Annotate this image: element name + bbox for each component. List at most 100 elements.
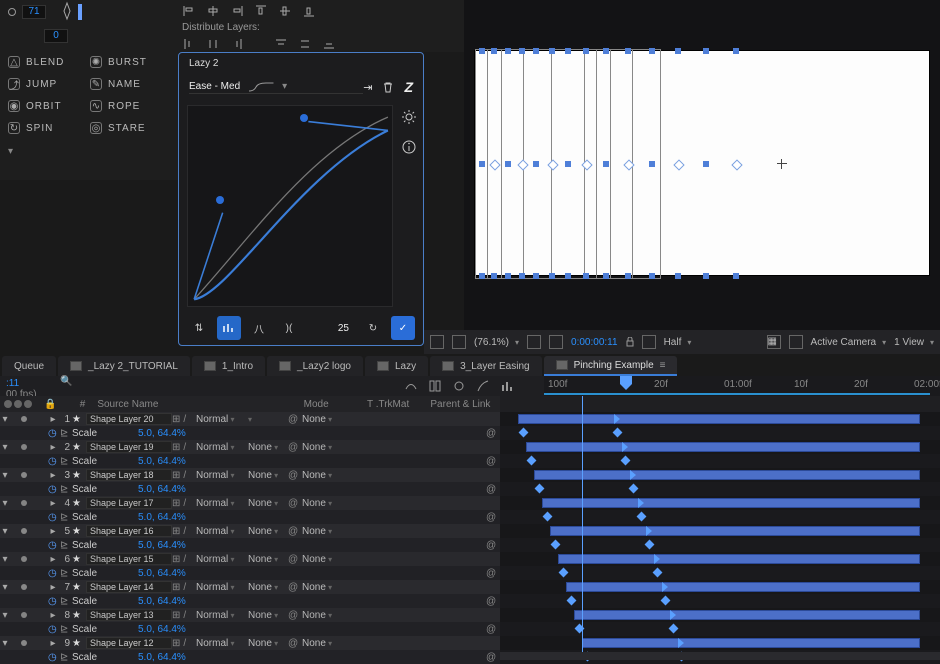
layer-name[interactable]: Shape Layer 17 xyxy=(86,497,172,509)
apply-button[interactable]: ✓ xyxy=(391,316,415,340)
selection-handle[interactable] xyxy=(533,273,539,279)
blend-mode-dropdown[interactable]: Normal xyxy=(196,470,248,481)
property-value[interactable]: 5.0, 64.4% xyxy=(138,652,486,663)
mode-header[interactable]: Mode xyxy=(300,399,355,410)
audio-col-icon[interactable] xyxy=(14,400,22,408)
property-value[interactable]: 5.0, 64.4% xyxy=(138,428,486,439)
prev-keyframe-icon[interactable]: ⊵ xyxy=(60,596,72,607)
pickwhip-icon[interactable]: @ xyxy=(288,554,302,565)
selection-handle[interactable] xyxy=(603,273,609,279)
slider-handle[interactable] xyxy=(78,4,82,20)
selection-handle[interactable] xyxy=(491,273,497,279)
selection-handle[interactable] xyxy=(675,273,681,279)
camera-icon[interactable]: ▦ xyxy=(767,335,781,349)
selection-handle[interactable] xyxy=(533,161,539,167)
solo-flag-icon[interactable]: / xyxy=(183,498,186,509)
preset-blend[interactable]: △BLEND xyxy=(8,52,88,72)
parent-dropdown[interactable]: None xyxy=(302,582,346,593)
layer-name[interactable]: Shape Layer 15 xyxy=(86,553,172,565)
parent-dropdown[interactable]: None xyxy=(302,638,346,649)
keyframe-diamond[interactable] xyxy=(543,512,553,522)
selection-handle[interactable] xyxy=(565,48,571,54)
anchor-circle-icon[interactable] xyxy=(8,8,16,16)
selection-handle[interactable] xyxy=(505,48,511,54)
transparency-icon[interactable] xyxy=(642,335,656,349)
keyframe-marker[interactable] xyxy=(662,582,668,592)
view-count-dropdown[interactable]: 1 View xyxy=(894,337,934,348)
align-top-icon[interactable] xyxy=(254,4,268,18)
preset-burst[interactable]: ✺BURST xyxy=(90,52,170,72)
solo-flag-icon[interactable]: / xyxy=(183,554,186,565)
playhead-line[interactable] xyxy=(582,396,583,660)
layer-bar-row[interactable] xyxy=(500,440,940,454)
property-row[interactable]: ◷⊵Scale5.0, 64.4%@ xyxy=(0,566,500,580)
search-icon[interactable]: 🔍 xyxy=(60,376,74,390)
pickwhip-icon[interactable]: @ xyxy=(288,582,302,593)
layer-duration-bar[interactable] xyxy=(518,414,920,424)
visibility-toggle[interactable] xyxy=(21,416,27,422)
expression-pickwhip-icon[interactable]: @ xyxy=(486,568,500,579)
twirl-icon[interactable]: ▾ xyxy=(0,526,10,537)
expression-pickwhip-icon[interactable]: @ xyxy=(486,456,500,467)
layer-name[interactable]: Shape Layer 16 xyxy=(86,525,172,537)
stopwatch-icon[interactable]: ◷ xyxy=(48,456,60,467)
playhead[interactable] xyxy=(620,376,632,394)
layer-duration-bar[interactable] xyxy=(542,498,920,508)
quality-dropdown[interactable]: Half xyxy=(664,337,692,348)
property-bar-row[interactable] xyxy=(500,622,940,636)
graph-editor-icon[interactable] xyxy=(476,379,490,393)
keyframe-marker[interactable] xyxy=(646,526,652,536)
selection-handle[interactable] xyxy=(603,161,609,167)
layer-bar-row[interactable] xyxy=(500,636,940,650)
parent-dropdown[interactable]: None xyxy=(302,498,346,509)
twirl-icon[interactable]: ▾ xyxy=(0,638,10,649)
prev-keyframe-icon[interactable]: ⊵ xyxy=(60,428,72,439)
tab-lazy[interactable]: Lazy xyxy=(365,356,428,376)
property-value[interactable]: 5.0, 64.4% xyxy=(138,596,486,607)
chart-icon[interactable] xyxy=(500,379,514,393)
layer-bar-row[interactable] xyxy=(500,468,940,482)
twirl-icon[interactable]: ▾ xyxy=(0,442,10,453)
stagger-mode-button[interactable] xyxy=(217,316,241,340)
fx-flag-icon[interactable]: ⊞ xyxy=(172,638,180,649)
property-value[interactable]: 5.0, 64.4% xyxy=(138,624,486,635)
fx-flag-icon[interactable]: ⊞ xyxy=(172,554,180,565)
trkmat-dropdown[interactable]: None xyxy=(248,554,288,565)
solo-flag-icon[interactable]: / xyxy=(183,470,186,481)
blend-mode-dropdown[interactable]: Normal xyxy=(196,442,248,453)
keyframe-diamond[interactable] xyxy=(519,428,529,438)
selection-handle[interactable] xyxy=(649,273,655,279)
property-bar-row[interactable] xyxy=(500,594,940,608)
keyframe-marker[interactable] xyxy=(638,498,644,508)
keyframe-diamond[interactable] xyxy=(535,484,545,494)
frames-input[interactable]: 25 xyxy=(338,323,349,334)
twirl-icon[interactable]: ▾ xyxy=(0,610,10,621)
twirl-icon[interactable]: ▾ xyxy=(0,414,10,425)
selection-handle[interactable] xyxy=(533,48,539,54)
keyframe-marker[interactable] xyxy=(678,638,684,648)
layer-row[interactable]: ▾▸4★Shape Layer 17⊞/NormalNone@None xyxy=(0,496,500,510)
expand-icon[interactable]: ▸ xyxy=(48,442,58,453)
selection-handle[interactable] xyxy=(479,48,485,54)
selection-handle[interactable] xyxy=(519,48,525,54)
blend-mode-dropdown[interactable]: Normal xyxy=(196,414,248,425)
trkmat-dropdown[interactable]: None xyxy=(248,582,288,593)
prev-keyframe-icon[interactable]: ⊵ xyxy=(60,624,72,635)
fx-flag-icon[interactable]: ⊞ xyxy=(172,470,180,481)
visibility-toggle[interactable] xyxy=(21,528,27,534)
dist-h-right-icon[interactable] xyxy=(230,37,244,51)
prev-keyframe-icon[interactable]: ⊵ xyxy=(60,540,72,551)
preset-orbit[interactable]: ◉ORBIT xyxy=(8,96,88,116)
bezier-handle-end[interactable] xyxy=(300,114,308,122)
mask-toggle-icon[interactable] xyxy=(452,335,466,349)
shy-icon[interactable] xyxy=(404,379,418,393)
stopwatch-icon[interactable]: ◷ xyxy=(48,540,60,551)
twirl-icon[interactable]: ▾ xyxy=(0,554,10,565)
selection-handle[interactable] xyxy=(519,273,525,279)
property-value[interactable]: 5.0, 64.4% xyxy=(138,568,486,579)
composition-canvas[interactable] xyxy=(474,50,930,276)
expression-pickwhip-icon[interactable]: @ xyxy=(486,624,500,635)
tab-easing[interactable]: 3_Layer Easing xyxy=(430,356,542,376)
preset-jump[interactable]: ⤴JUMP xyxy=(8,74,88,94)
lock-icon[interactable] xyxy=(626,337,634,347)
